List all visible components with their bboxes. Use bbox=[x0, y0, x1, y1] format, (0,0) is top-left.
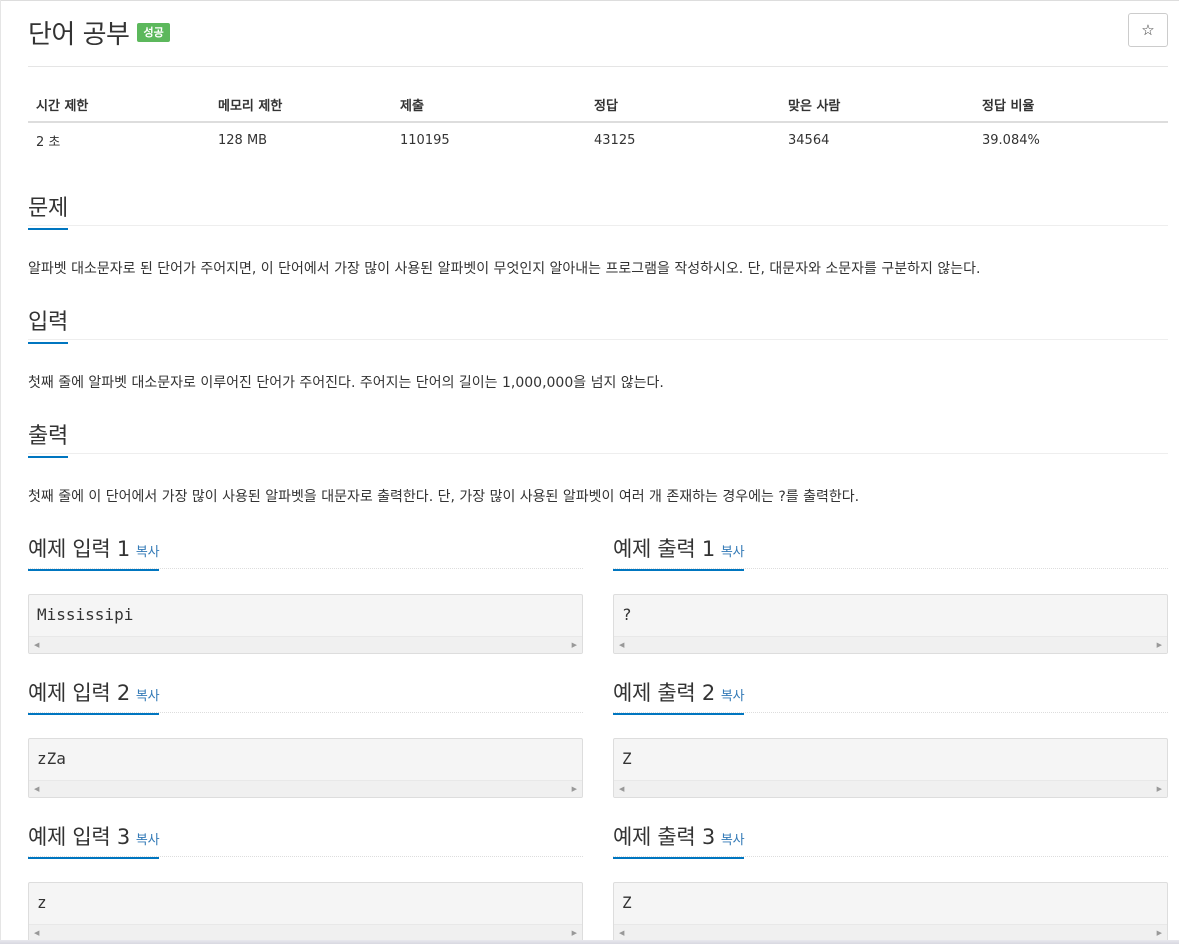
sample-output-3-scrollbar[interactable]: ◀ ▶ bbox=[614, 924, 1167, 941]
scroll-left-icon[interactable]: ◀ bbox=[619, 641, 624, 649]
scroll-right-icon[interactable]: ▶ bbox=[572, 929, 577, 937]
sample-output-2-title: 예제 출력 2 bbox=[613, 681, 715, 705]
sample-input-3-divider bbox=[28, 856, 583, 857]
sample-output-3-heading: 예제 출력 3 복사 bbox=[613, 821, 745, 861]
copy-sample-input-2-link[interactable]: 복사 bbox=[136, 689, 160, 704]
scroll-left-icon[interactable]: ◀ bbox=[34, 641, 39, 649]
info-header-accepted: 정답 bbox=[586, 87, 780, 123]
sample-input-3-box: z ◀ ▶ bbox=[28, 882, 583, 942]
sample-input-1-scrollbar[interactable]: ◀ ▶ bbox=[29, 636, 582, 653]
problem-header: 단어 공부 성공 bbox=[28, 12, 170, 52]
info-value-time-limit: 2 초 bbox=[36, 135, 61, 150]
info-value-submissions: 110195 bbox=[400, 133, 450, 148]
scroll-right-icon[interactable]: ▶ bbox=[1157, 785, 1162, 793]
problem-info-table: 시간 제한 메모리 제한 제출 정답 맞은 사람 정답 비율 2 초 128 M… bbox=[28, 87, 1168, 158]
sample-output-1-divider bbox=[613, 568, 1168, 569]
sample-output-1-box: ? ◀ ▶ bbox=[613, 594, 1168, 654]
sample-output-3-divider bbox=[613, 856, 1168, 857]
section-heading-input: 입력 bbox=[28, 304, 68, 344]
sample-output-1-title: 예제 출력 1 bbox=[613, 537, 715, 561]
sample-output-2-scrollbar[interactable]: ◀ ▶ bbox=[614, 780, 1167, 797]
sample-output-2-code: Z bbox=[622, 749, 632, 768]
info-header-submissions: 제출 bbox=[392, 87, 586, 123]
sample-output-2-divider bbox=[613, 712, 1168, 713]
sample-output-3-box: Z ◀ ▶ bbox=[613, 882, 1168, 942]
info-table-row: 2 초 128 MB 110195 43125 34564 39.084% bbox=[28, 122, 1168, 158]
copy-sample-output-3-link[interactable]: 복사 bbox=[721, 833, 745, 848]
status-badge: 성공 bbox=[137, 22, 170, 42]
sample-input-1-box: Mississipi ◀ ▶ bbox=[28, 594, 583, 654]
info-value-accepted: 43125 bbox=[594, 133, 636, 148]
sample-output-1-code: ? bbox=[622, 605, 632, 624]
sample-input-1-code: Mississipi bbox=[37, 605, 134, 624]
sample-input-2-divider bbox=[28, 712, 583, 713]
window-left-border bbox=[0, 0, 1, 944]
scroll-right-icon[interactable]: ▶ bbox=[572, 785, 577, 793]
scroll-left-icon[interactable]: ◀ bbox=[619, 929, 624, 937]
description-heading: 문제 bbox=[28, 190, 68, 230]
sample-input-3-code: z bbox=[37, 893, 47, 912]
favorite-button[interactable]: ☆ bbox=[1128, 13, 1168, 47]
sample-output-1-scrollbar[interactable]: ◀ ▶ bbox=[614, 636, 1167, 653]
sample-input-1-divider bbox=[28, 568, 583, 569]
scroll-right-icon[interactable]: ▶ bbox=[572, 641, 577, 649]
sample-input-3-title: 예제 입력 3 bbox=[28, 825, 130, 849]
sample-output-3-code: Z bbox=[622, 893, 632, 912]
sample-output-1-heading: 예제 출력 1 복사 bbox=[613, 533, 745, 573]
scroll-right-icon[interactable]: ▶ bbox=[1157, 641, 1162, 649]
problem-title: 단어 공부 bbox=[28, 19, 130, 50]
window-bottom-edge bbox=[0, 940, 1179, 944]
info-table-header-row: 시간 제한 메모리 제한 제출 정답 맞은 사람 정답 비율 bbox=[28, 87, 1168, 123]
description-divider bbox=[28, 225, 1168, 226]
info-header-time-limit: 시간 제한 bbox=[28, 87, 210, 123]
scroll-right-icon[interactable]: ▶ bbox=[1157, 929, 1162, 937]
info-value-accept-ratio: 39.084% bbox=[982, 133, 1040, 148]
scroll-left-icon[interactable]: ◀ bbox=[34, 929, 39, 937]
sample-input-2-title: 예제 입력 2 bbox=[28, 681, 130, 705]
info-value-solved-users: 34564 bbox=[788, 133, 830, 148]
section-heading-output: 출력 bbox=[28, 418, 68, 458]
sample-input-2-heading: 예제 입력 2 복사 bbox=[28, 677, 160, 717]
sample-input-3-scrollbar[interactable]: ◀ ▶ bbox=[29, 924, 582, 941]
sample-output-2-box: Z ◀ ▶ bbox=[613, 738, 1168, 798]
sample-input-1-heading: 예제 입력 1 복사 bbox=[28, 533, 160, 573]
input-divider bbox=[28, 339, 1168, 340]
info-header-accept-ratio: 정답 비율 bbox=[974, 87, 1168, 123]
sample-input-2-scrollbar[interactable]: ◀ ▶ bbox=[29, 780, 582, 797]
copy-sample-input-1-link[interactable]: 복사 bbox=[136, 545, 160, 560]
copy-sample-input-3-link[interactable]: 복사 bbox=[136, 833, 160, 848]
output-heading: 출력 bbox=[28, 418, 68, 458]
scroll-left-icon[interactable]: ◀ bbox=[34, 785, 39, 793]
sample-output-2-heading: 예제 출력 2 복사 bbox=[613, 677, 745, 717]
info-header-solved-users: 맞은 사람 bbox=[780, 87, 974, 123]
info-value-memory-limit: 128 MB bbox=[218, 133, 268, 148]
sample-input-2-box: zZa ◀ ▶ bbox=[28, 738, 583, 798]
sample-output-3-title: 예제 출력 3 bbox=[613, 825, 715, 849]
sample-input-1-title: 예제 입력 1 bbox=[28, 537, 130, 561]
scroll-left-icon[interactable]: ◀ bbox=[619, 785, 624, 793]
input-text: 첫째 줄에 알파벳 대소문자로 이루어진 단어가 주어진다. 주어지는 단어의 … bbox=[28, 375, 664, 391]
output-divider bbox=[28, 453, 1168, 454]
sample-input-2-code: zZa bbox=[37, 749, 66, 768]
input-heading: 입력 bbox=[28, 304, 68, 344]
info-header-memory-limit: 메모리 제한 bbox=[210, 87, 392, 123]
section-heading-description: 문제 bbox=[28, 190, 68, 230]
window-top-border bbox=[0, 0, 1179, 1]
copy-sample-output-1-link[interactable]: 복사 bbox=[721, 545, 745, 560]
description-text: 알파벳 대소문자로 된 단어가 주어지면, 이 단어에서 가장 많이 사용된 알… bbox=[28, 261, 981, 277]
output-text: 첫째 줄에 이 단어에서 가장 많이 사용된 알파벳을 대문자로 출력한다. 단… bbox=[28, 489, 860, 505]
sample-input-3-heading: 예제 입력 3 복사 bbox=[28, 821, 160, 861]
star-icon: ☆ bbox=[1141, 21, 1155, 39]
copy-sample-output-2-link[interactable]: 복사 bbox=[721, 689, 745, 704]
header-divider bbox=[28, 66, 1168, 67]
